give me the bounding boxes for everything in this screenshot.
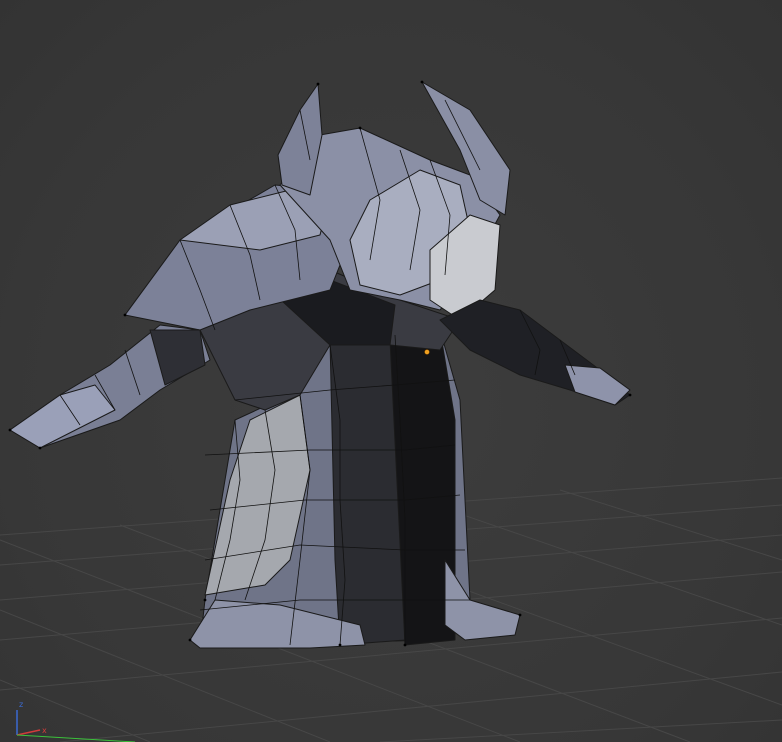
x-axis-line xyxy=(16,729,41,736)
3d-viewport[interactable]: z x xyxy=(0,0,782,742)
x-axis-label: x xyxy=(42,726,47,735)
viewport-canvas[interactable]: z x xyxy=(0,0,782,742)
axis-gizmo: z x xyxy=(16,700,136,742)
right-hand[interactable] xyxy=(564,364,631,406)
mesh-object[interactable] xyxy=(8,80,632,649)
object-origin[interactable] xyxy=(424,349,430,355)
z-axis-label: z xyxy=(19,700,23,709)
